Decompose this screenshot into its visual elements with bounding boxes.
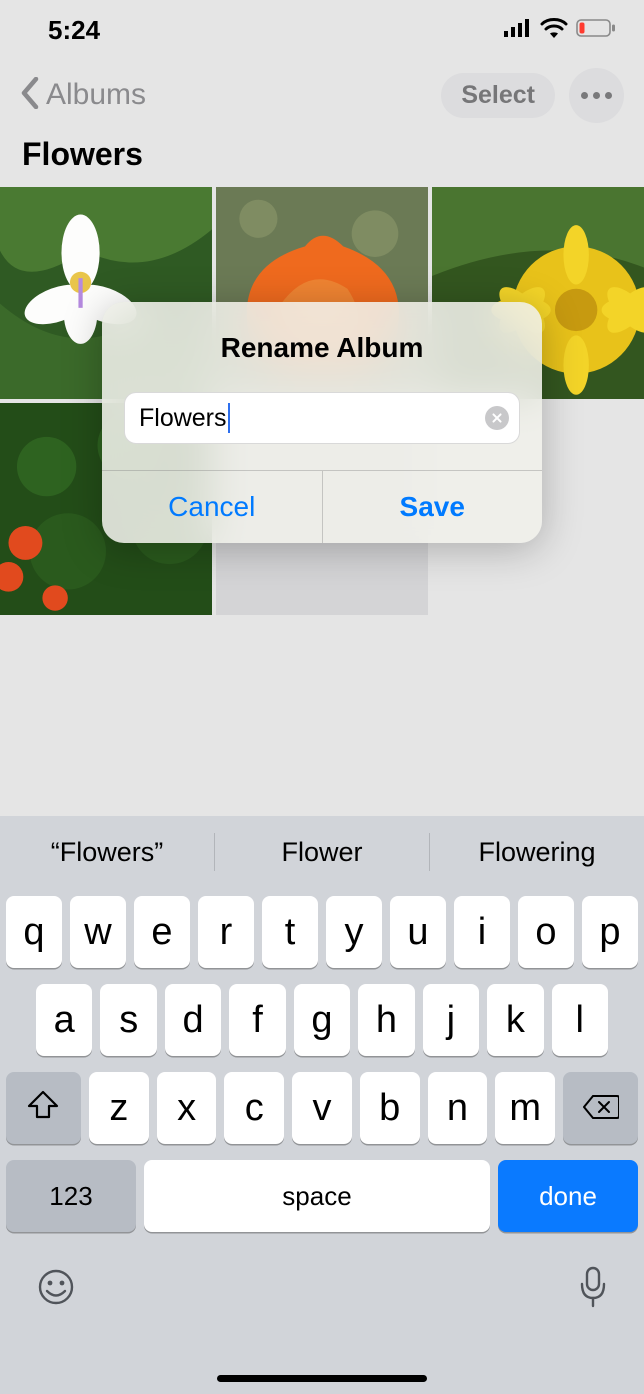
suggestion[interactable]: Flower	[215, 837, 429, 868]
key-v[interactable]: v	[292, 1072, 352, 1144]
rename-album-dialog: Rename Album Flowers Cancel Save	[0, 187, 644, 827]
microphone-icon	[578, 1266, 608, 1308]
save-button[interactable]: Save	[323, 471, 543, 543]
status-time: 5:24	[48, 15, 100, 46]
shift-icon	[27, 1087, 59, 1130]
emoji-icon	[36, 1267, 76, 1307]
key-f[interactable]: f	[229, 984, 285, 1056]
suggestion[interactable]: Flowering	[430, 837, 644, 868]
more-button[interactable]	[569, 68, 624, 123]
key-a[interactable]: a	[36, 984, 92, 1056]
keyboard-row-2: a s d f g h j k l	[6, 984, 638, 1056]
content-area: Rename Album Flowers Cancel Save	[0, 187, 644, 827]
shift-key[interactable]	[6, 1072, 81, 1144]
key-l[interactable]: l	[552, 984, 608, 1056]
cellular-icon	[504, 19, 532, 42]
key-i[interactable]: i	[454, 896, 510, 968]
key-x[interactable]: x	[157, 1072, 217, 1144]
key-w[interactable]: w	[70, 896, 126, 968]
album-name-input[interactable]: Flowers	[124, 392, 520, 444]
key-c[interactable]: c	[224, 1072, 284, 1144]
suggestion-bar: “Flowers” Flower Flowering	[0, 816, 644, 888]
back-button[interactable]: Albums	[20, 77, 146, 114]
status-icons	[504, 18, 616, 43]
keyboard: “Flowers” Flower Flowering q w e r t y u…	[0, 816, 644, 1394]
status-bar: 5:24	[0, 0, 644, 60]
done-key[interactable]: done	[498, 1160, 638, 1232]
wifi-icon	[540, 18, 568, 43]
numbers-key[interactable]: 123	[6, 1160, 136, 1232]
key-s[interactable]: s	[100, 984, 156, 1056]
key-j[interactable]: j	[423, 984, 479, 1056]
more-icon	[581, 92, 612, 99]
key-t[interactable]: t	[262, 896, 318, 968]
keyboard-row-1: q w e r t y u i o p	[6, 896, 638, 968]
keyboard-row-3: z x c v b n m	[6, 1072, 638, 1144]
keyboard-row-4: 123 space done	[6, 1160, 638, 1232]
nav-bar: Albums Select	[0, 60, 644, 130]
key-h[interactable]: h	[358, 984, 414, 1056]
backspace-key[interactable]	[563, 1072, 638, 1144]
key-p[interactable]: p	[582, 896, 638, 968]
cancel-button[interactable]: Cancel	[102, 471, 323, 543]
key-m[interactable]: m	[495, 1072, 555, 1144]
home-indicator[interactable]	[217, 1375, 427, 1382]
key-n[interactable]: n	[428, 1072, 488, 1144]
key-o[interactable]: o	[518, 896, 574, 968]
backspace-icon	[583, 1087, 619, 1130]
input-value: Flowers	[139, 404, 227, 433]
key-e[interactable]: e	[134, 896, 190, 968]
key-y[interactable]: y	[326, 896, 382, 968]
page-title: Flowers	[0, 130, 644, 187]
key-q[interactable]: q	[6, 896, 62, 968]
dialog-title: Rename Album	[102, 302, 542, 372]
key-b[interactable]: b	[360, 1072, 420, 1144]
select-button[interactable]: Select	[441, 73, 555, 118]
key-u[interactable]: u	[390, 896, 446, 968]
key-r[interactable]: r	[198, 896, 254, 968]
suggestion[interactable]: “Flowers”	[0, 837, 214, 868]
clear-text-button[interactable]	[485, 406, 509, 430]
key-k[interactable]: k	[487, 984, 543, 1056]
space-key[interactable]: space	[144, 1160, 490, 1232]
emoji-button[interactable]	[36, 1267, 76, 1312]
key-z[interactable]: z	[89, 1072, 149, 1144]
battery-icon	[576, 19, 616, 42]
dictation-button[interactable]	[578, 1266, 608, 1313]
back-label: Albums	[46, 78, 146, 112]
chevron-left-icon	[20, 77, 40, 114]
key-d[interactable]: d	[165, 984, 221, 1056]
text-cursor	[228, 403, 230, 433]
key-g[interactable]: g	[294, 984, 350, 1056]
